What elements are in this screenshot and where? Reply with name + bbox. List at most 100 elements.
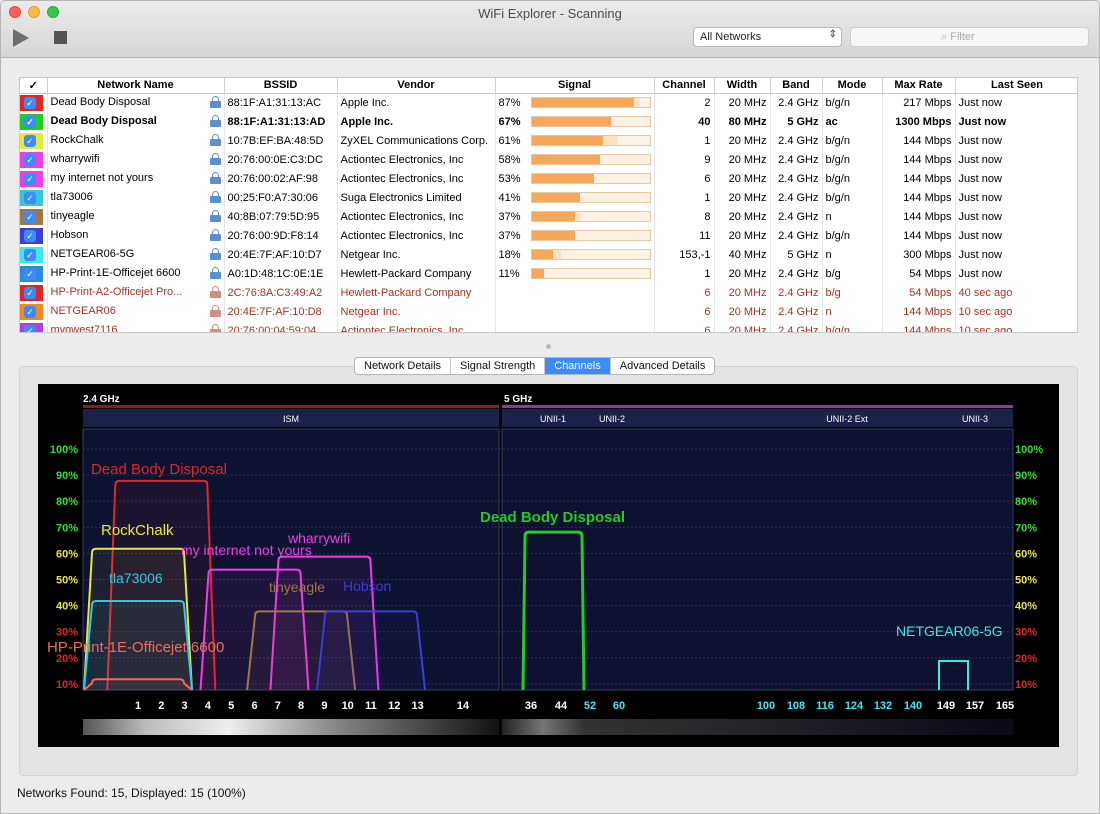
channel-24-tick: 6	[251, 700, 257, 712]
network-label-24: Hobson	[343, 578, 391, 594]
table-row[interactable]: ✓ Dead Body Disposal 88:1F:A1:31:13:AC Appl…	[20, 93, 1077, 112]
band-cell: 2.4 GHz	[770, 188, 823, 207]
vendor-cell: Hewlett-Packard Company	[337, 264, 496, 283]
show-network-checkbox[interactable]: ✓	[24, 115, 36, 128]
network-name: RockChalk	[50, 133, 104, 146]
column-header[interactable]: Network Name	[47, 78, 225, 94]
signal-bar	[530, 173, 651, 185]
show-network-checkbox[interactable]: ✓	[24, 210, 36, 223]
show-network-checkbox[interactable]: ✓	[24, 96, 36, 109]
bssid-cell: 20:4E:7F:AF:10:D8	[224, 302, 338, 321]
table-row[interactable]: ✓ RockChalk 10:7B:EF:BA:48:5D ZyXEL Communi…	[20, 131, 1077, 150]
table-row[interactable]: ✓ Hobson 20:76:00:9D:F8:14 Actiontec Electr…	[20, 226, 1077, 245]
show-network-checkbox[interactable]: ✓	[24, 248, 36, 261]
show-network-checkbox[interactable]: ✓	[24, 286, 36, 299]
vendor-cell: Actiontec Electronics, Inc	[337, 321, 496, 332]
unii-label: UNII-1	[540, 414, 566, 424]
show-network-checkbox[interactable]: ✓	[24, 134, 36, 147]
signal-bar	[530, 116, 651, 128]
bssid-cell: 20:76:00:0E:C3:DC	[224, 150, 338, 169]
tab-advanced-details[interactable]: Advanced Details	[611, 358, 715, 374]
column-header[interactable]: Vendor	[337, 78, 496, 94]
network-color-swatch: ✓	[20, 94, 43, 111]
network-label-24: tinyeagle	[269, 579, 325, 595]
column-header[interactable]: BSSID	[224, 78, 338, 94]
last-seen-cell: 10 sec ago	[955, 302, 1077, 321]
lock-icon	[209, 285, 221, 300]
network-color-swatch: ✓	[20, 284, 43, 301]
column-header[interactable]: Mode	[822, 78, 883, 94]
table-row[interactable]: ✓ HP-Print-1E-Officejet 6600 A0:1D:48:1C:0…	[20, 264, 1077, 283]
band-24-bar	[83, 405, 499, 408]
y-tick-left: 40%	[56, 601, 78, 613]
column-header[interactable]: Width	[714, 78, 771, 94]
signal-bar	[530, 135, 651, 147]
show-network-checkbox[interactable]: ✓	[24, 267, 36, 280]
mode-cell: b/g	[822, 283, 883, 302]
filter-search-input[interactable]: ⌕ Filter	[850, 27, 1089, 47]
table-row[interactable]: ✓ wharrywifi 20:76:00:0E:C3:DC Actiontec El…	[20, 150, 1077, 169]
channel-cell: 6	[654, 321, 715, 332]
band-cell: 2.4 GHz	[770, 226, 823, 245]
column-header[interactable]: Band	[770, 78, 823, 94]
column-header[interactable]: Signal	[495, 78, 655, 94]
width-cell: 20 MHz	[714, 169, 771, 188]
width-cell: 20 MHz	[714, 264, 771, 283]
table-row[interactable]: ✓ mygwest7116 20:76:00:04:59:04 Actiontec E…	[20, 321, 1077, 332]
column-header[interactable]: ✓	[20, 78, 48, 94]
signal-percent: 18%	[498, 248, 521, 261]
vendor-cell: Netgear Inc.	[337, 245, 496, 264]
max-rate-cell: 144 Mbps	[882, 131, 956, 150]
channel-cell: 2	[654, 93, 715, 112]
y-tick-right: 40%	[1015, 601, 1037, 613]
column-header[interactable]: Last Seen	[955, 78, 1077, 94]
y-tick-right: 10%	[1015, 679, 1037, 691]
show-network-checkbox[interactable]: ✓	[24, 172, 36, 185]
vendor-cell: Netgear Inc.	[337, 302, 496, 321]
show-network-checkbox[interactable]: ✓	[24, 324, 36, 332]
table-row[interactable]: ✓ HP-Print-A2-Officejet Pro... 2C:76:8A:C3…	[20, 283, 1077, 302]
column-header[interactable]: Channel	[654, 78, 715, 94]
app-window: WiFi Explorer - Scanning All Networks ⇕ …	[0, 0, 1100, 814]
signal-cell: 37%	[495, 207, 655, 226]
stop-icon[interactable]	[54, 31, 67, 44]
max-rate-cell: 144 Mbps	[882, 169, 956, 188]
network-label-24: my internet not yours	[181, 542, 312, 558]
title-bar: WiFi Explorer - Scanning All Networks ⇕ …	[1, 1, 1099, 58]
max-rate-cell: 144 Mbps	[882, 150, 956, 169]
channel-cell: 6	[654, 283, 715, 302]
bssid-cell: 88:1F:A1:31:13:AC	[224, 93, 338, 112]
table-row[interactable]: ✓ NETGEAR06 20:4E:7F:AF:10:D8 Netgear Inc. 6…	[20, 302, 1077, 321]
show-network-checkbox[interactable]: ✓	[24, 191, 36, 204]
channel-5-tick: 36	[525, 700, 537, 712]
networks-table: ✓ Network Name BSSID Vendor Signal Channel Wid…	[19, 77, 1078, 333]
lock-icon	[209, 171, 221, 186]
tab-channels[interactable]: Channels	[545, 358, 611, 374]
tab-network-details[interactable]: Network Details	[355, 358, 452, 374]
show-network-checkbox[interactable]: ✓	[24, 153, 36, 166]
signal-bar	[530, 268, 651, 280]
split-handle[interactable]	[546, 344, 551, 349]
channel-5-tick: 149	[937, 700, 955, 712]
network-label-24: HP-Print-1E-Officejet 6600	[47, 639, 224, 656]
show-network-checkbox[interactable]: ✓	[24, 305, 36, 318]
band-5-bar	[502, 405, 1013, 408]
tab-signal-strength[interactable]: Signal Strength	[451, 358, 546, 374]
network-filter-select[interactable]: All Networks ⇕	[693, 27, 842, 47]
table-row[interactable]: ✓ my internet not yours 20:76:00:02:AF:98 A…	[20, 169, 1077, 188]
table-row[interactable]: ✓ NETGEAR06-5G 20:4E:7F:AF:10:D7 Netgear In…	[20, 245, 1077, 264]
show-network-checkbox[interactable]: ✓	[24, 229, 36, 242]
vendor-cell: Actiontec Electronics, Inc	[337, 169, 496, 188]
vendor-cell: Suga Electronics Limited	[337, 188, 496, 207]
column-header[interactable]: Max Rate	[882, 78, 956, 94]
y-tick-right: 60%	[1015, 548, 1037, 560]
width-cell: 80 MHz	[714, 112, 771, 131]
band-cell: 5 GHz	[770, 245, 823, 264]
play-icon[interactable]	[13, 29, 29, 47]
table-row[interactable]: ✓ tla73006 00:25:F0:A7:30:06 Suga Electroni…	[20, 188, 1077, 207]
lock-icon	[209, 266, 221, 281]
last-seen-cell: Just now	[955, 245, 1077, 264]
table-row[interactable]: ✓ Dead Body Disposal 88:1F:A1:31:13:AD Appl…	[20, 112, 1077, 131]
table-row[interactable]: ✓ tinyeagle 40:8B:07:79:5D:95 Actiontec Ele…	[20, 207, 1077, 226]
max-rate-cell: 144 Mbps	[882, 302, 956, 321]
